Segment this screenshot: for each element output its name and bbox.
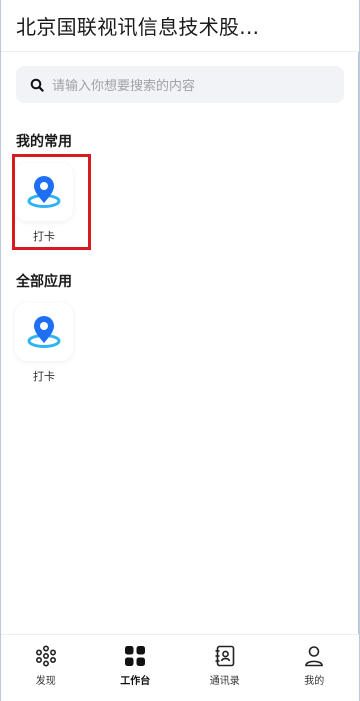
tab-contacts[interactable]: 通讯录	[180, 635, 270, 701]
selection-highlight	[12, 154, 91, 250]
contacts-icon	[215, 645, 235, 667]
location-pin-icon	[27, 316, 61, 348]
tab-workbench[interactable]: 工作台	[91, 635, 181, 701]
tab-me-label: 我的	[304, 676, 325, 687]
tab-contacts-label: 通讯录	[209, 676, 240, 687]
workbench-grid-icon	[125, 646, 146, 666]
top-bar: 北京国联视讯信息技术股...	[1, 0, 359, 52]
tab-workbench-label: 工作台	[120, 676, 151, 687]
bottom-tab-bar: 发现 工作台 通讯录 我的	[1, 634, 359, 701]
all-apps-section-title: 全部应用	[16, 274, 72, 290]
tab-me[interactable]: 我的	[270, 635, 360, 701]
search-bar[interactable]: 请输入你想要搜索的内容	[16, 66, 344, 103]
all-apps-app-label: 打卡	[33, 370, 55, 383]
tab-discover-label: 发现	[35, 676, 56, 687]
app-frame: 北京国联视讯信息技术股... 请输入你想要搜索的内容 我的常用 打卡 全部应用 …	[0, 0, 360, 701]
my-common-section-title: 我的常用	[16, 134, 72, 150]
search-placeholder: 请输入你想要搜索的内容	[52, 79, 196, 94]
discover-icon	[35, 645, 56, 667]
all-apps-app-checkin[interactable]	[15, 303, 73, 361]
search-icon	[30, 78, 44, 92]
tab-discover[interactable]: 发现	[1, 635, 91, 701]
user-icon	[305, 646, 324, 667]
page-title: 北京国联视讯信息技术股...	[16, 15, 260, 39]
